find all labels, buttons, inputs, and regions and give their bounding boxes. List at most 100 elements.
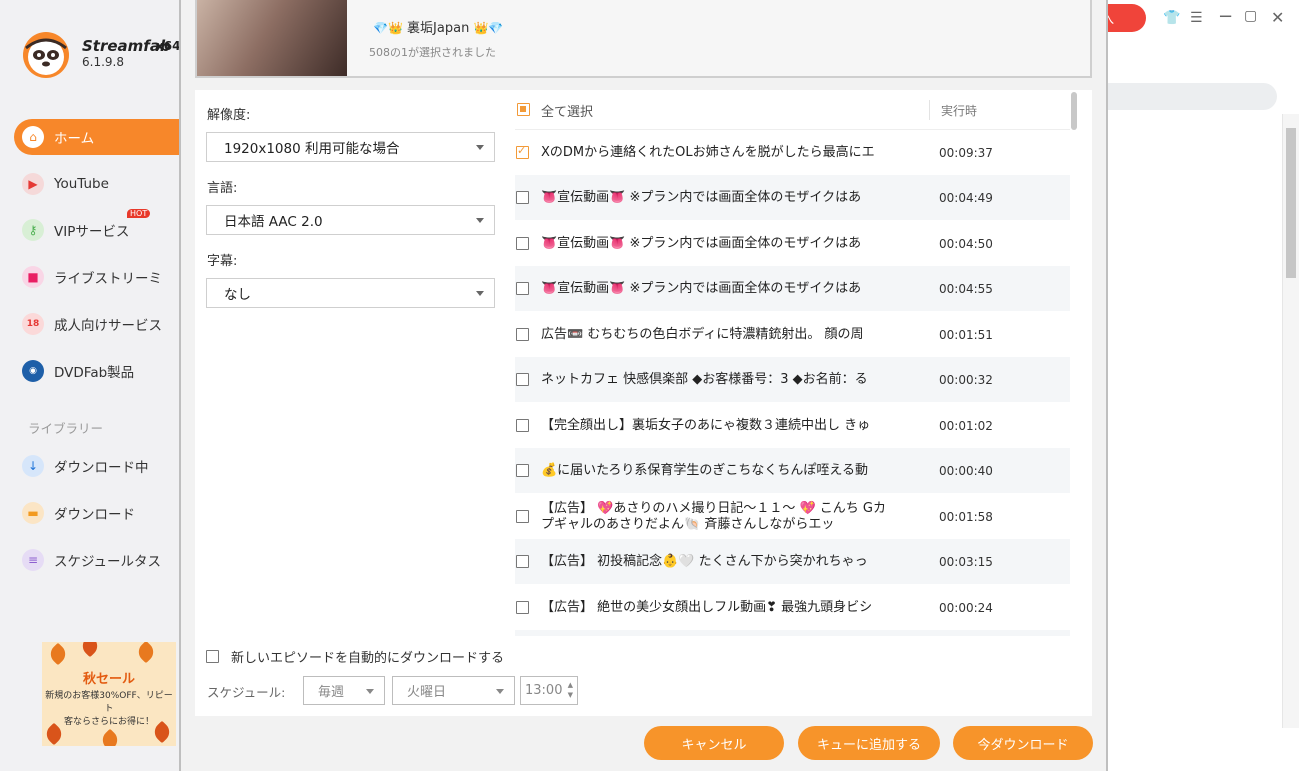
episode-checkbox[interactable] — [516, 601, 529, 614]
episode-checkbox[interactable] — [516, 510, 529, 523]
main-scrollbar[interactable] — [1282, 114, 1299, 728]
download-now-button[interactable]: 今ダウンロード — [953, 726, 1093, 760]
sidebar-item-downloaded[interactable]: ▬ ダウンロード — [14, 495, 184, 531]
schedule-label: スケジュール: — [207, 685, 286, 700]
skin-icon[interactable]: 👕 — [1163, 10, 1180, 26]
sidebar-item-youtube[interactable]: ▶ YouTube — [14, 166, 184, 202]
resolution-value: 1920x1080 利用可能な場合 — [224, 141, 400, 157]
duration-header: 実行時 — [941, 104, 978, 118]
adult-18-icon: 18 — [22, 313, 44, 335]
episode-row[interactable]: 【広告】 絶世の美少女顔出しフル動画❣ 最強九頭身ビシ 00:00:24 — [515, 585, 1070, 630]
streamfab-logo-icon — [23, 32, 69, 78]
episode-title: 💰に届いたろり系保育学生のぎこちなくちんぽ咥える動 — [541, 462, 869, 478]
episode-row[interactable]: 👅宣伝動画👅 ※プラン内では画面全体のモザイクはあ 00:04:55 — [515, 266, 1070, 311]
sidebar-item-label: YouTube — [54, 176, 109, 192]
auto-download-checkbox[interactable] — [206, 650, 219, 663]
episode-checkbox[interactable] — [516, 555, 529, 568]
episode-checkbox[interactable] — [516, 464, 529, 477]
select-all-label: 全て選択 — [541, 105, 594, 120]
chevron-down-icon — [496, 689, 504, 694]
episode-duration: 00:03:15 — [939, 554, 993, 569]
sidebar-item-label: VIPサービス — [54, 224, 130, 240]
sidebar-item-vip[interactable]: ⚷ VIPサービス HOT — [14, 209, 184, 248]
sidebar-item-dvdfab[interactable]: ◉ DVDFab製品 — [14, 353, 184, 389]
promo-banner[interactable]: 秋セール 新規のお客様30%OFF、リピート 客ならさらにお得に！ — [42, 642, 176, 746]
sidebar-item-downloading[interactable]: ↓ ダウンロード中 — [14, 448, 184, 484]
version-label: 6.1.9.8 — [82, 55, 124, 69]
episode-row[interactable]: 💰に届いたろり系保育学生のぎこちなくちんぽ咥える動 00:00:40 — [515, 448, 1070, 493]
youtube-icon: ▶ — [22, 173, 44, 195]
chevron-down-icon — [366, 689, 374, 694]
sidebar-item-label: ライブストリーミ — [54, 271, 162, 287]
episode-duration: 00:00:24 — [939, 600, 993, 615]
crown-icon: 👑 — [473, 21, 489, 35]
episode-checkbox[interactable] — [516, 419, 529, 432]
episode-checkbox[interactable] — [516, 282, 529, 295]
schedule-day-select[interactable]: 火曜日 — [392, 676, 515, 705]
episode-row[interactable]: 【完全顔出し】裏垢女子のあにゃ複数３連続中出し きゅ 00:01:02 — [515, 403, 1070, 448]
episode-title: XのDMから連絡くれたOLお姉さんを脱がしたら最高にエ — [541, 144, 875, 160]
address-bar[interactable] — [1092, 83, 1277, 110]
app-window: 入 👕 ☰ − ▢ ✕ Streamfab x64 6.1.9.8 ⌂ ホーム … — [0, 0, 1299, 771]
maximize-icon[interactable]: ▢ — [1244, 8, 1257, 24]
sidebar-item-label: スケジュールタス — [54, 554, 162, 570]
dvdfab-icon: ◉ — [22, 360, 44, 382]
schedule-time-input[interactable]: 13:00 ▲ ▼ — [520, 676, 578, 705]
sidebar-item-label: ホーム — [54, 131, 95, 147]
subtitle-label: 字幕: — [207, 254, 238, 269]
sidebar-item-adult[interactable]: 18 成人向けサービス — [14, 306, 184, 342]
hot-badge: HOT — [127, 209, 151, 218]
episode-list-scrollbar-thumb[interactable] — [1071, 92, 1077, 130]
sidebar-item-label: ダウンロード中 — [54, 460, 149, 476]
episode-checkbox[interactable] — [516, 237, 529, 250]
sidebar-item-schedule[interactable]: ≡ スケジュールタス — [14, 542, 184, 578]
episode-duration: 00:04:49 — [939, 190, 993, 205]
diamond-icon: 💎 — [373, 21, 388, 35]
select-all-checkbox[interactable] — [517, 103, 530, 116]
add-to-queue-button[interactable]: キューに追加する — [798, 726, 940, 760]
episode-row[interactable]: 👅宣伝動画👅 ※プラン内では画面全体のモザイクはあ 00:04:50 — [515, 221, 1070, 266]
cancel-button[interactable]: キャンセル — [644, 726, 784, 760]
episode-title: 👅宣伝動画👅 ※プラン内では画面全体のモザイクはあ — [541, 235, 862, 251]
language-value: 日本語 AAC 2.0 — [224, 214, 323, 230]
episode-row[interactable]: 【広告】 初投稿記念👶🤍 たくさん下から突かれちゃっ 00:03:15 — [515, 539, 1070, 584]
language-select[interactable]: 日本語 AAC 2.0 — [206, 205, 495, 235]
episode-row[interactable]: 👅宣伝動画👅 ※プラン内では画面全体のモザイクはあ 00:04:49 — [515, 175, 1070, 220]
leaf-decoration — [98, 728, 122, 746]
close-icon[interactable]: ✕ — [1271, 8, 1284, 27]
schedule-icon: ≡ — [22, 549, 44, 571]
minimize-icon[interactable]: − — [1218, 6, 1233, 27]
selection-count: 508の1が選択されました — [369, 46, 496, 59]
episode-checkbox[interactable] — [516, 328, 529, 341]
sidebar-item-label: 成人向けサービス — [54, 318, 162, 334]
episode-row[interactable]: ネットカフェ 快感倶楽部 ◆お客様番号：3 ◆お名前：る 00:00:32 — [515, 357, 1070, 402]
promo-line: 新規のお客様30%OFF、リピート — [45, 691, 173, 714]
episode-title: 👅宣伝動画👅 ※プラン内では画面全体のモザイクはあ — [541, 189, 862, 205]
episode-row[interactable]: XのDMから連絡くれたOLお姉さんを脱がしたら最高にエ 00:09:37 — [515, 130, 1070, 175]
leaf-decoration — [78, 642, 102, 658]
episode-list-header: 全て選択 実行時 — [515, 90, 1070, 130]
schedule-time-value: 13:00 — [525, 683, 563, 698]
sidebar-item-livestream[interactable]: ■ ライブストリーミ — [14, 259, 184, 295]
library-heading: ライブラリー — [28, 421, 104, 436]
episode-row[interactable]: 広告📼 むちむちの色白ボディに特濃精銃射出。 顔の周 00:01:51 — [515, 312, 1070, 357]
episode-checkbox[interactable] — [516, 144, 529, 159]
episode-checkbox[interactable] — [516, 373, 529, 386]
menu-icon[interactable]: ☰ — [1190, 10, 1203, 26]
time-stepper-icon[interactable]: ▲ ▼ — [568, 680, 573, 700]
episode-row[interactable]: 【広告】 💖あさりのハメ撮り日記〜１１〜 💖 こんち Gカプギャルのあさりだよん… — [515, 494, 1070, 539]
main-scrollbar-thumb[interactable] — [1286, 128, 1296, 278]
episode-duration: 00:01:58 — [939, 509, 993, 524]
promo-text: 新規のお客様30%OFF、リピート 客ならさらにお得に！ — [42, 690, 176, 729]
dialog-body: 解像度: 1920x1080 利用可能な場合 言語: 日本語 AAC 2.0 字… — [195, 90, 1092, 716]
cancel-button-label: キャンセル — [681, 737, 747, 753]
resolution-select[interactable]: 1920x1080 利用可能な場合 — [206, 132, 495, 162]
camera-icon: ■ — [22, 266, 44, 288]
episode-duration: 00:01:02 — [939, 418, 993, 433]
episode-list-scrollbar[interactable] — [1071, 90, 1079, 130]
home-icon: ⌂ — [22, 126, 44, 148]
schedule-frequency-select[interactable]: 毎週 — [303, 676, 385, 705]
episode-checkbox[interactable] — [516, 191, 529, 204]
subtitle-select[interactable]: なし — [206, 278, 495, 308]
sidebar-item-home[interactable]: ⌂ ホーム — [14, 119, 184, 155]
